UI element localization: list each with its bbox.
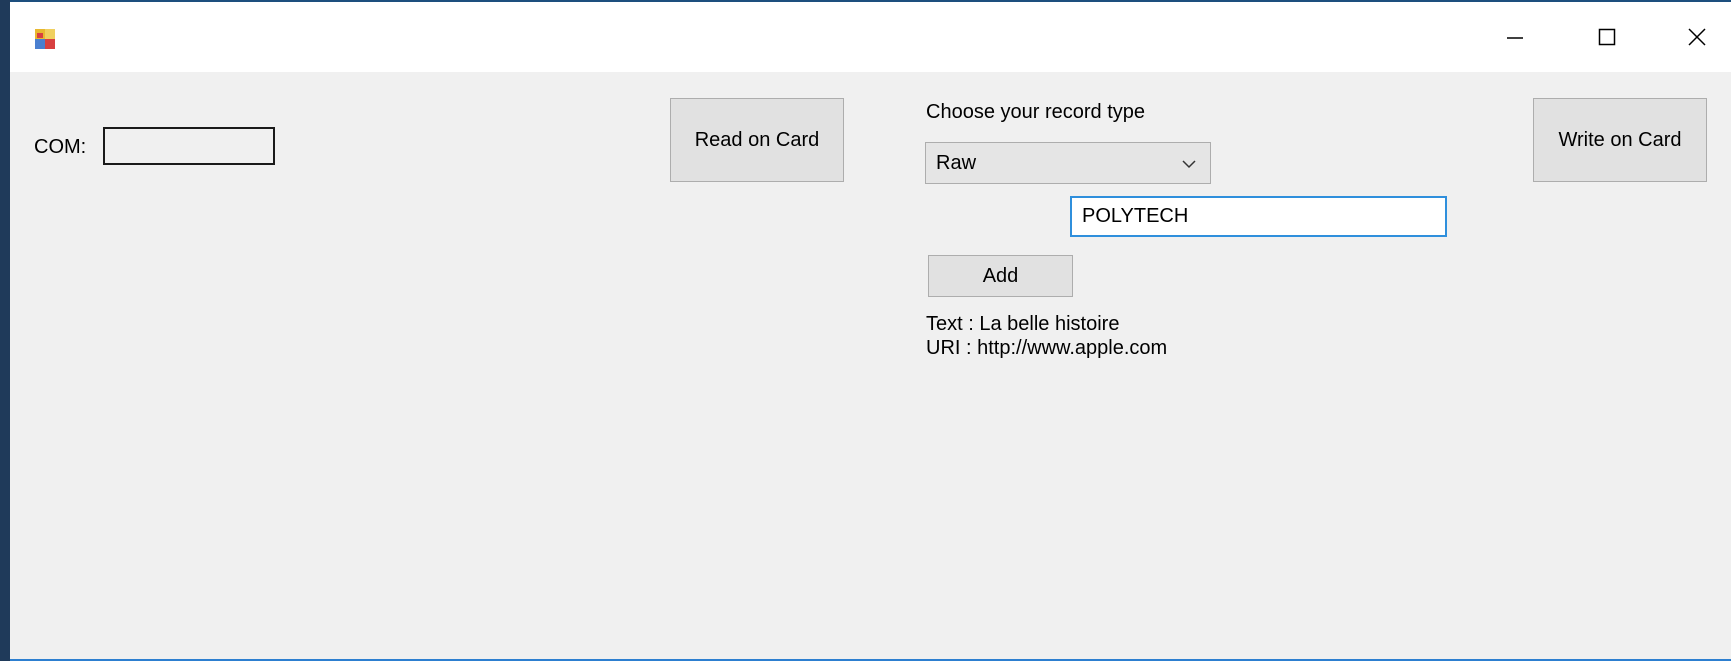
com-label: COM: bbox=[34, 136, 87, 158]
com-port-input[interactable] bbox=[103, 127, 275, 165]
minimize-button[interactable] bbox=[1485, 12, 1545, 62]
title-bar[interactable] bbox=[10, 2, 1731, 72]
record-value-input[interactable] bbox=[1070, 196, 1447, 237]
record-type-selected: Raw bbox=[936, 152, 977, 174]
add-record-button[interactable]: Add bbox=[928, 255, 1073, 297]
chevron-down-icon bbox=[1182, 160, 1196, 169]
form-client-area: COM: Read on Card Choose your record typ… bbox=[10, 72, 1731, 661]
maximize-icon bbox=[1598, 28, 1616, 46]
record-type-dropdown[interactable]: Raw bbox=[925, 142, 1211, 184]
maximize-button[interactable] bbox=[1577, 12, 1637, 62]
close-icon bbox=[1688, 28, 1706, 46]
record-list: Text : La belle histoire URI : http://ww… bbox=[926, 312, 1167, 360]
record-type-label: Choose your record type bbox=[926, 101, 1146, 123]
minimize-icon bbox=[1507, 37, 1523, 39]
app-window: COM: Read on Card Choose your record typ… bbox=[10, 0, 1731, 661]
write-on-card-button[interactable]: Write on Card bbox=[1533, 98, 1707, 182]
app-icon bbox=[35, 29, 55, 49]
record-item: Text : La belle histoire bbox=[926, 313, 1120, 335]
read-on-card-button[interactable]: Read on Card bbox=[670, 98, 844, 182]
close-button[interactable] bbox=[1667, 12, 1727, 62]
record-item: URI : http://www.apple.com bbox=[926, 337, 1168, 359]
